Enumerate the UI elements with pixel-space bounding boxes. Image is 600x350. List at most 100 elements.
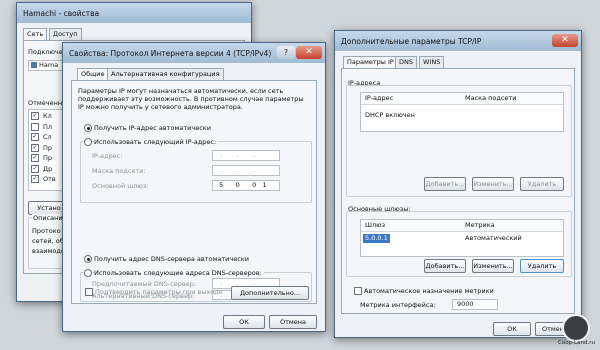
component-label: Др — [43, 164, 53, 173]
ip-auto-label[interactable]: Получить IP-адрес автоматически — [94, 124, 211, 132]
component-item[interactable]: ✓ Сл — [31, 133, 56, 144]
component-label: Сл — [43, 133, 52, 141]
ip-add-button[interactable]: Добавить... — [424, 177, 466, 191]
general-panel: Параметры IP могут назначаться автоматич… — [71, 80, 317, 304]
intro-text: Параметры IP могут назначаться автоматич… — [78, 87, 284, 95]
ip-dot: . — [220, 279, 223, 287]
ip-settings-panel: IP-адреса IP-адрес Маска подсети DHCP вк… — [341, 68, 575, 314]
subnet-mask-field[interactable]: ... — [212, 165, 280, 176]
ip-address-label: IP-адрес: — [92, 152, 123, 160]
component-label: Пл — [43, 122, 53, 131]
component-item[interactable]: ✓ Пр — [31, 154, 56, 165]
default-gateway-field[interactable]: 5001 — [212, 180, 280, 191]
ip-list-row[interactable]: DHCP включен — [365, 111, 415, 120]
gateway-row-metric[interactable]: Автоматический — [465, 234, 522, 243]
back-window-titlebar[interactable]: Hamachi - свойства — [17, 3, 251, 23]
component-checkbox[interactable]: ✓ — [31, 175, 39, 183]
tab-alternate-config[interactable]: Альтернативная конфигурация — [107, 68, 224, 80]
gateway-add-button[interactable]: Добавить... — [424, 259, 466, 273]
ip-dot: . — [236, 151, 239, 159]
component-item[interactable]: ✓ Пр — [31, 143, 56, 155]
column-metric[interactable]: Метрика — [465, 221, 495, 230]
default-gateway-label: Основной шлюз: — [92, 182, 149, 190]
metric-label: Метрика интерфейса: — [360, 301, 436, 309]
component-checkbox[interactable] — [31, 122, 39, 131]
column-gateway[interactable]: Шлюз — [365, 221, 385, 230]
ip-manual-label[interactable]: Использовать следующий IP-адрес: — [94, 138, 219, 146]
component-label: Пр — [43, 154, 53, 162]
ip-remove-button[interactable]: Удалить — [520, 177, 564, 191]
component-checkbox[interactable]: ✓ — [31, 164, 39, 173]
component-checkbox[interactable]: ✓ — [31, 133, 39, 141]
help-button[interactable]: ? — [277, 46, 295, 59]
intro-text: IP можно получить у сетевого администрат… — [78, 103, 243, 111]
ip-dot: . — [220, 151, 223, 159]
component-rows: ✓ Кл Пл ✓ Сл ✓ Пр ✓ Пр ✓ Др ✓ Отв — [31, 112, 56, 186]
tab-access[interactable]: Доступ — [49, 28, 82, 40]
auto-metric-checkbox[interactable] — [354, 287, 362, 295]
ok-button[interactable]: ОК — [493, 322, 531, 336]
ip-dot: . — [236, 166, 239, 174]
advanced-button[interactable]: Дополнительно... — [231, 286, 309, 300]
confirm-on-exit-checkbox[interactable] — [85, 288, 93, 296]
description-line: Протоко — [32, 227, 61, 235]
ipv4-title: Свойства: Протокол Интернета версии 4 (T… — [69, 49, 272, 58]
column-subnet-mask[interactable]: Маска подсети — [465, 94, 516, 103]
back-window-title: Hamachi - свойства — [23, 9, 100, 18]
ip-address-list[interactable]: IP-адрес Маска подсети DHCP включен — [360, 92, 564, 132]
dns-manual-label[interactable]: Использовать следующие адреса DNS-сервер… — [94, 269, 264, 277]
gateway-edit-button[interactable]: Изменить... — [472, 259, 514, 273]
column-ip-address[interactable]: IP-адрес — [365, 94, 393, 103]
adapter-name: Hama — [39, 61, 59, 69]
ip-address-field[interactable]: ... — [212, 150, 280, 161]
gateway-list-header: Шлюз Метрика — [361, 220, 563, 232]
ip-list-header: IP-адрес Маска подсети — [361, 93, 563, 105]
ipv4-titlebar[interactable]: Свойства: Протокол Интернета версии 4 (T… — [63, 43, 325, 63]
dns-auto-radio[interactable] — [84, 255, 92, 263]
ipv4-properties-window: Свойства: Протокол Интернета версии 4 (T… — [62, 42, 326, 332]
ip-dot: . — [220, 166, 223, 174]
advanced-title: Дополнительные параметры TCP/IP — [341, 37, 482, 46]
component-item[interactable]: ✓ Кл — [31, 112, 56, 123]
advanced-titlebar[interactable]: Дополнительные параметры TCP/IP ✕ — [335, 31, 581, 51]
component-item[interactable]: ✓ Др — [31, 164, 56, 176]
confirm-on-exit-label[interactable]: Подтвердить параметры при выходе — [95, 288, 223, 296]
gateway-remove-button[interactable]: Удалить — [520, 259, 564, 273]
dns-manual-radio[interactable] — [84, 269, 92, 277]
description-line: сетей, об — [32, 237, 64, 245]
component-label: Пр — [43, 143, 53, 152]
dns-auto-label[interactable]: Получить адрес DNS-сервера автоматически — [94, 255, 249, 263]
component-checkbox[interactable]: ✓ — [31, 154, 39, 162]
ok-button[interactable]: ОК — [223, 315, 265, 329]
close-button[interactable]: ✕ — [552, 34, 578, 47]
component-label: Отв — [43, 175, 56, 183]
ip-auto-radio[interactable] — [84, 124, 92, 132]
adapter-icon — [31, 62, 37, 68]
gateway-row-address[interactable]: 5.0.0.1 — [363, 234, 390, 243]
intro-text: поддерживает эту возможность. В противно… — [78, 95, 304, 103]
auto-metric-label[interactable]: Автоматическое назначение метрики — [364, 287, 494, 295]
ip-dot: . — [253, 151, 256, 159]
description-line: взаимоде — [32, 247, 65, 255]
metric-value: 9000 — [457, 300, 474, 308]
metric-input[interactable]: 9000 — [452, 299, 498, 310]
cancel-button[interactable]: Отмена — [269, 315, 317, 329]
component-item[interactable]: Пл — [31, 122, 56, 134]
coopland-logo — [562, 314, 590, 342]
subnet-mask-label: Маска подсети: — [92, 167, 146, 175]
component-checkbox[interactable]: ✓ — [31, 112, 39, 120]
gateway-list[interactable]: Шлюз Метрика 5.0.0.1 Автоматический — [360, 219, 564, 257]
ip-edit-button[interactable]: Изменить... — [472, 177, 514, 191]
tab-dns[interactable]: DNS — [395, 56, 417, 68]
close-button[interactable]: ✕ — [296, 46, 322, 59]
gateway-octet: 0 — [235, 181, 240, 189]
ip-dot: . — [253, 166, 256, 174]
component-checkbox[interactable]: ✓ — [31, 143, 39, 152]
advanced-tcpip-window: Дополнительные параметры TCP/IP ✕ Параме… — [334, 30, 582, 338]
ip-manual-radio[interactable] — [84, 138, 92, 146]
tab-wins[interactable]: WINS — [419, 56, 445, 68]
watermark-text: Coop-Land.ru — [558, 340, 595, 346]
gateway-octet: 5 — [219, 181, 224, 189]
components-items: ✓ Кл Пл ✓ Сл ✓ Пр ✓ Пр ✓ Др ✓ Отв — [31, 112, 56, 186]
component-item[interactable]: ✓ Отв — [31, 175, 56, 186]
